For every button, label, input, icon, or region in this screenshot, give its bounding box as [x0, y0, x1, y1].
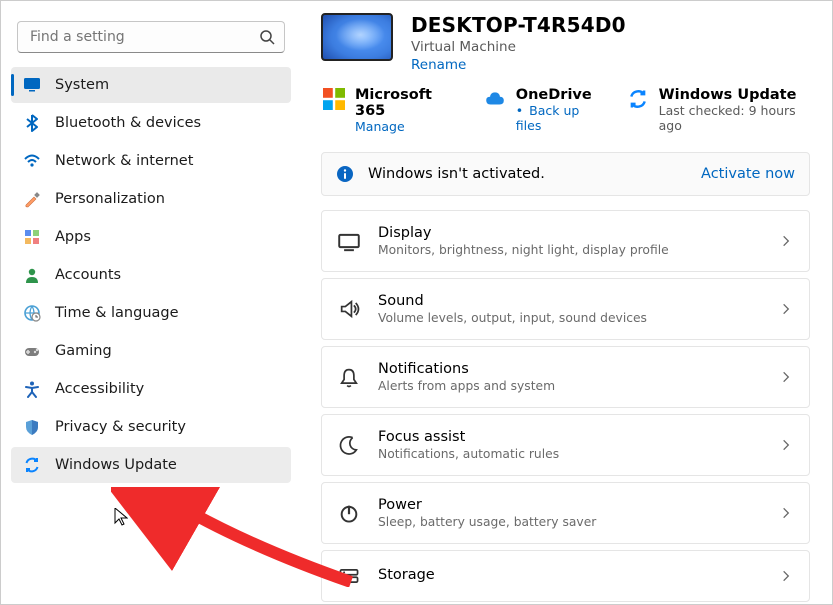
nav-label: Accessibility	[55, 381, 144, 397]
card-sub: Volume levels, output, input, sound devi…	[378, 311, 761, 325]
quick-onedrive[interactable]: OneDrive Back up files	[484, 87, 601, 133]
settings-card-list: Display Monitors, brightness, night ligh…	[321, 210, 810, 602]
quick-title: Microsoft 365	[355, 87, 458, 119]
device-wallpaper-thumb[interactable]	[321, 13, 393, 61]
nav-label: Privacy & security	[55, 419, 186, 435]
device-name: DESKTOP-T4R54D0	[411, 13, 626, 37]
nav-item-network-internet[interactable]: Network & internet	[11, 143, 291, 179]
quick-windows-update[interactable]: Windows Update Last checked: 9 hours ago	[627, 87, 810, 133]
moon-icon	[338, 434, 360, 456]
device-header: DESKTOP-T4R54D0 Virtual Machine Rename	[321, 13, 810, 73]
nav-item-bluetooth-devices[interactable]: Bluetooth & devices	[11, 105, 291, 141]
sync-icon	[627, 88, 649, 110]
activation-message: Windows isn't activated.	[368, 166, 687, 182]
quick-sub: Back up files	[516, 103, 601, 133]
chevron-right-icon	[779, 504, 793, 522]
nav-label: Windows Update	[55, 457, 177, 473]
quick-status-row: Microsoft 365 Manage OneDrive Back up fi…	[323, 87, 810, 134]
nav-item-system[interactable]: System	[11, 67, 291, 103]
accessibility-icon	[23, 380, 41, 398]
nav-label: System	[55, 77, 109, 93]
nav-item-windows-update[interactable]: Windows Update	[11, 447, 291, 483]
device-subtitle: Virtual Machine	[411, 39, 626, 55]
nav-label: Time & language	[55, 305, 179, 321]
sound-icon	[338, 298, 360, 320]
sync-icon	[23, 456, 41, 474]
card-sub: Alerts from apps and system	[378, 379, 761, 393]
nav-label: Personalization	[55, 191, 165, 207]
chevron-right-icon	[779, 567, 793, 585]
settings-card-storage[interactable]: Storage	[321, 550, 810, 602]
nav-label: Apps	[55, 229, 91, 245]
nav-item-time-language[interactable]: Time & language	[11, 295, 291, 331]
card-title: Focus assist	[378, 429, 761, 445]
person-icon	[23, 266, 41, 284]
nav-label: Bluetooth & devices	[55, 115, 201, 131]
card-sub: Notifications, automatic rules	[378, 447, 761, 461]
sidebar: System Bluetooth & devices Network & int…	[1, 1, 301, 604]
gamepad-icon	[23, 342, 41, 360]
nav-item-privacy-security[interactable]: Privacy & security	[11, 409, 291, 445]
chevron-right-icon	[779, 300, 793, 318]
nav-list: System Bluetooth & devices Network & int…	[11, 67, 291, 483]
quick-title: OneDrive	[516, 87, 601, 103]
settings-card-notifications[interactable]: Notifications Alerts from apps and syste…	[321, 346, 810, 408]
power-icon	[338, 502, 360, 524]
quick-ms365[interactable]: Microsoft 365 Manage	[323, 87, 458, 134]
nav-label: Accounts	[55, 267, 121, 283]
chevron-right-icon	[779, 232, 793, 250]
card-title: Power	[378, 497, 761, 513]
chevron-right-icon	[779, 436, 793, 454]
grid-icon	[23, 228, 41, 246]
settings-card-sound[interactable]: Sound Volume levels, output, input, soun…	[321, 278, 810, 340]
cloud-icon	[484, 88, 506, 110]
nav-item-personalization[interactable]: Personalization	[11, 181, 291, 217]
globe-clock-icon	[23, 304, 41, 322]
monitor-icon	[23, 76, 41, 94]
storage-icon	[338, 565, 360, 587]
chevron-right-icon	[779, 368, 793, 386]
activate-now-link[interactable]: Activate now	[701, 166, 795, 182]
bell-icon	[338, 366, 360, 388]
card-sub: Monitors, brightness, night light, displ…	[378, 243, 761, 257]
nav-label: Gaming	[55, 343, 112, 359]
activation-banner: Windows isn't activated. Activate now	[321, 152, 810, 196]
settings-card-power[interactable]: Power Sleep, battery usage, battery save…	[321, 482, 810, 544]
ms365-icon	[323, 88, 345, 110]
nav-label: Network & internet	[55, 153, 193, 169]
card-title: Display	[378, 225, 761, 241]
search-icon	[259, 29, 275, 45]
quick-sub: Manage	[355, 119, 458, 134]
settings-card-display[interactable]: Display Monitors, brightness, night ligh…	[321, 210, 810, 272]
quick-sub: Last checked: 9 hours ago	[659, 103, 810, 133]
nav-item-gaming[interactable]: Gaming	[11, 333, 291, 369]
nav-item-apps[interactable]: Apps	[11, 219, 291, 255]
card-sub: Sleep, battery usage, battery saver	[378, 515, 761, 529]
display-icon	[338, 230, 360, 252]
cursor-icon	[114, 508, 128, 526]
shield-icon	[23, 418, 41, 436]
search-container	[17, 21, 285, 53]
nav-item-accessibility[interactable]: Accessibility	[11, 371, 291, 407]
info-icon	[336, 165, 354, 183]
wifi-icon	[23, 152, 41, 170]
settings-card-focus-assist[interactable]: Focus assist Notifications, automatic ru…	[321, 414, 810, 476]
bluetooth-icon	[23, 114, 41, 132]
search-input[interactable]	[17, 21, 285, 53]
card-title: Sound	[378, 293, 761, 309]
quick-title: Windows Update	[659, 87, 810, 103]
card-title: Storage	[378, 567, 761, 583]
brush-icon	[23, 190, 41, 208]
device-rename-link[interactable]: Rename	[411, 57, 626, 73]
card-title: Notifications	[378, 361, 761, 377]
main-content: DESKTOP-T4R54D0 Virtual Machine Rename M…	[301, 1, 832, 604]
nav-item-accounts[interactable]: Accounts	[11, 257, 291, 293]
